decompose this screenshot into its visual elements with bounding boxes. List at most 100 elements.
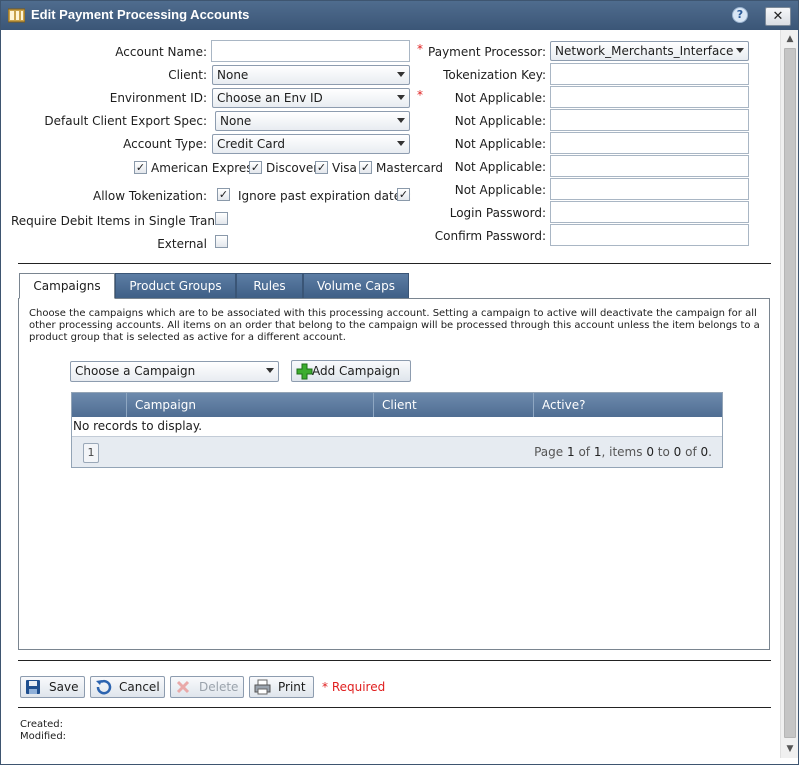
save-label: Save [49,680,79,694]
undo-arrow-icon [96,680,112,695]
not-applicable-label-5: Not Applicable: [454,183,546,197]
confirm-password-label: Confirm Password: [434,229,546,243]
not-applicable-input-3[interactable] [550,132,749,154]
account-type-select[interactable]: Credit Card [212,134,410,154]
environment-id-label: Environment ID: [109,91,207,105]
column-client[interactable]: Client [373,393,533,417]
created-label: Created: [20,719,63,730]
window-title: Edit Payment Processing Accounts [31,7,250,22]
not-applicable-label-1: Not Applicable: [454,91,546,105]
page-button-1[interactable]: 1 [83,443,99,463]
environment-id-select[interactable]: Choose an Env ID [212,88,410,108]
scroll-thumb[interactable] [784,48,796,738]
require-debit-label: Require Debit Items in Single Tran: [11,214,220,228]
payment-processor-select[interactable]: Network_Merchants_Interface [550,41,749,61]
print-label: Print [278,680,306,694]
client-select[interactable]: None [212,65,410,85]
campaigns-panel [18,298,770,650]
vertical-scrollbar[interactable]: ▲ ▼ [780,30,798,758]
tokenization-key-label: Tokenization Key: [443,68,546,82]
visa-label: Visa [332,161,357,175]
not-applicable-label-3: Not Applicable: [454,137,546,151]
chevron-down-icon [397,72,405,77]
not-applicable-input-1[interactable] [550,86,749,108]
export-spec-select[interactable]: None [215,111,410,131]
allow-tokenization-checkbox[interactable]: ✓ [217,188,230,201]
login-password-input[interactable] [550,201,749,223]
delete-button[interactable]: Delete [170,676,244,698]
divider [18,263,771,264]
pager-from: 0 [646,445,654,459]
pager-of-word-2: of [685,445,697,459]
ignore-expiration-checkbox[interactable]: ✓ [397,188,410,201]
campaign-select[interactable]: Choose a Campaign [70,361,279,382]
print-button[interactable]: Print [249,676,314,698]
client-label: Client: [168,68,207,82]
allow-tokenization-label: Allow Tokenization: [92,189,207,203]
client-select-value: None [217,68,249,82]
require-debit-checkbox[interactable] [215,212,228,225]
chevron-down-icon [266,368,274,373]
save-disk-icon [26,680,40,694]
add-campaign-label: Add Campaign [312,364,400,378]
required-note: * Required [322,680,386,694]
account-type-value: Credit Card [217,137,285,151]
confirm-password-input[interactable] [550,224,749,246]
discover-label: Discover [266,161,319,175]
tab-campaigns[interactable]: Campaigns [19,273,115,299]
edit-payment-accounts-window: Edit Payment Processing Accounts ? ✕ ▲ ▼… [0,0,799,765]
not-applicable-input-5[interactable] [550,178,749,200]
chevron-down-icon [397,118,405,123]
help-icon[interactable]: ? [732,7,748,23]
account-name-input[interactable] [211,40,410,62]
export-spec-value: None [220,114,252,128]
save-button[interactable]: Save [20,676,85,698]
scroll-up-arrow-icon[interactable]: ▲ [784,34,796,44]
payment-processor-value: Network_Merchants_Interface [555,44,734,58]
tab-rules[interactable]: Rules [236,273,303,299]
discover-checkbox[interactable]: ✓ [249,161,262,174]
ignore-expiration-label: Ignore past expiration dates: [238,189,412,203]
chevron-down-icon [736,48,744,53]
visa-checkbox[interactable]: ✓ [315,161,328,174]
external-label: External [157,237,207,251]
amex-checkbox[interactable]: ✓ [134,161,147,174]
not-applicable-input-4[interactable] [550,155,749,177]
mastercard-checkbox[interactable]: ✓ [359,161,372,174]
campaign-select-value: Choose a Campaign [75,364,196,378]
export-spec-label: Default Client Export Spec: [44,114,207,128]
pager-to-word: to [657,445,670,459]
grid-pager: 1 Page 1 of 1, items 0 to 0 of 0. [72,436,722,467]
column-campaign[interactable]: Campaign [126,393,373,417]
chevron-down-icon [397,141,405,146]
pager-end: . [708,445,712,459]
cancel-button[interactable]: Cancel [90,676,165,698]
no-records-text: No records to display. [73,419,203,433]
tab-product-groups[interactable]: Product Groups [115,273,236,299]
payment-processor-label: Payment Processor: [428,45,546,59]
add-campaign-button[interactable]: Add Campaign [291,360,411,382]
campaigns-grid: Campaign Client Active? No records to di… [71,392,723,468]
not-applicable-label-4: Not Applicable: [454,160,546,174]
not-applicable-input-2[interactable] [550,109,749,131]
delete-x-icon [176,680,190,694]
title-bar: Edit Payment Processing Accounts ? ✕ [1,1,798,30]
pager-of-word: of [578,445,591,459]
pager-page-word: Page [534,445,564,459]
external-checkbox[interactable] [215,235,228,248]
pager-to: 0 [673,445,682,459]
modified-label: Modified: [20,731,67,742]
campaigns-description: Choose the campaigns which are to be ass… [29,308,760,343]
tab-volume-caps[interactable]: Volume Caps [303,273,409,299]
amex-label: American Express [151,161,259,175]
column-active[interactable]: Active? [533,393,722,417]
pager-info: Page 1 of 1, items 0 to 0 of 0. [534,445,712,459]
divider [18,707,771,708]
pager-items-word: , items [601,445,643,459]
app-icon [8,8,25,23]
tokenization-key-input[interactable] [550,63,749,85]
printer-icon [254,679,271,695]
account-name-label: Account Name: [115,45,207,59]
scroll-down-arrow-icon[interactable]: ▼ [784,744,796,754]
close-button[interactable]: ✕ [765,7,791,26]
